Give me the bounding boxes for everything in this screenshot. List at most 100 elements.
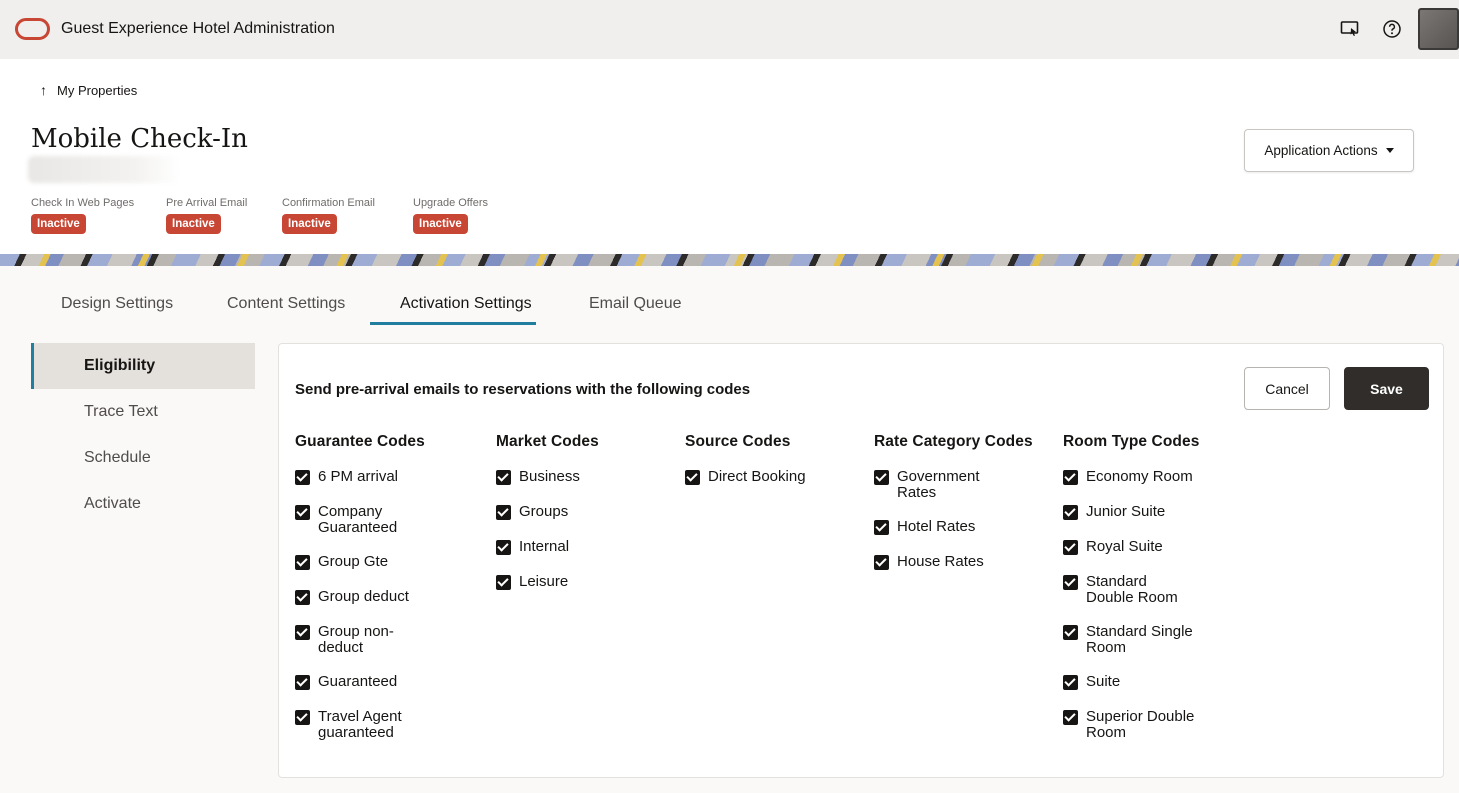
rate-category-codes-column: Rate Category Codes Government Rates Hot… xyxy=(874,433,1044,570)
card-title: Send pre-arrival emails to reservations … xyxy=(295,381,751,398)
column-heading: Market Codes xyxy=(496,433,599,450)
checkbox-label: Economy Room xyxy=(1086,468,1193,485)
checkbox-checked-icon[interactable] xyxy=(874,555,889,570)
application-actions-button[interactable]: Application Actions xyxy=(1244,129,1414,172)
checkbox-label: Group Gte xyxy=(318,553,389,570)
checkbox-government-rates[interactable]: Government Rates xyxy=(874,469,994,500)
back-link-label: My Properties xyxy=(57,82,138,98)
nav-item-activate[interactable]: Activate xyxy=(31,481,255,527)
checkbox-checked-icon[interactable] xyxy=(1063,625,1078,640)
user-avatar[interactable] xyxy=(1418,8,1459,50)
checkbox-group-non-deduct[interactable]: Group non-deduct xyxy=(295,624,410,655)
checkbox-label: Royal Suite xyxy=(1086,538,1163,555)
checkbox-leisure[interactable]: Leisure xyxy=(496,574,646,590)
status-badge: Inactive xyxy=(166,214,221,234)
tab-email-queue[interactable]: Email Queue xyxy=(589,295,682,313)
caret-down-icon xyxy=(1385,148,1394,153)
status-label: Upgrade Offers xyxy=(413,197,489,209)
checkbox-6pm-arrival[interactable]: 6 PM arrival xyxy=(295,469,445,485)
checkbox-checked-icon[interactable] xyxy=(295,555,310,570)
checkbox-label: Business xyxy=(519,468,580,485)
checkbox-label: Hotel Rates xyxy=(897,518,976,535)
checkbox-label: Direct Booking xyxy=(708,468,806,485)
status-check-in-web-pages: Check In Web Pages Inactive xyxy=(31,197,134,234)
status-confirmation-email: Confirmation Email Inactive xyxy=(282,197,375,234)
checkbox-group-deduct[interactable]: Group deduct xyxy=(295,589,445,605)
checkbox-label: Leisure xyxy=(519,573,569,590)
checkbox-checked-icon[interactable] xyxy=(874,520,889,535)
checkbox-company-guaranteed[interactable]: Company Guaranteed xyxy=(295,504,405,535)
checkbox-label: Travel Agent guaranteed xyxy=(318,708,402,741)
application-actions-label: Application Actions xyxy=(1264,143,1378,158)
checkbox-label: Company Guaranteed xyxy=(318,503,398,536)
checkbox-label: Junior Suite xyxy=(1086,503,1166,520)
checkbox-checked-icon[interactable] xyxy=(295,710,310,725)
status-upgrade-offers: Upgrade Offers Inactive xyxy=(413,197,488,234)
checkbox-checked-icon[interactable] xyxy=(1063,505,1078,520)
status-label: Check In Web Pages xyxy=(31,197,135,209)
checkbox-label: Groups xyxy=(519,503,569,520)
column-heading: Source Codes xyxy=(685,433,791,450)
checkbox-checked-icon[interactable] xyxy=(1063,470,1078,485)
nav-item-trace-text[interactable]: Trace Text xyxy=(31,389,255,435)
save-button[interactable]: Save xyxy=(1344,367,1429,410)
checkbox-label: House Rates xyxy=(897,553,984,570)
screen-share-icon[interactable] xyxy=(1339,18,1361,40)
settings-side-nav: Eligibility Trace Text Schedule Activate xyxy=(31,343,255,527)
checkbox-checked-icon[interactable] xyxy=(295,625,310,640)
checkbox-label: Suite xyxy=(1086,673,1121,690)
checkbox-junior-suite[interactable]: Junior Suite xyxy=(1063,504,1223,520)
nav-item-schedule[interactable]: Schedule xyxy=(31,435,255,481)
checkbox-checked-icon[interactable] xyxy=(1063,710,1078,725)
checkbox-checked-icon[interactable] xyxy=(295,505,310,520)
checkbox-checked-icon[interactable] xyxy=(295,675,310,690)
checkbox-suite[interactable]: Suite xyxy=(1063,674,1223,690)
checkbox-hotel-rates[interactable]: Hotel Rates xyxy=(874,519,1044,535)
checkbox-business[interactable]: Business xyxy=(496,469,646,485)
decorative-pattern-strip xyxy=(0,254,1459,266)
status-pre-arrival-email: Pre Arrival Email Inactive xyxy=(166,197,247,234)
tab-design-settings[interactable]: Design Settings xyxy=(61,295,173,313)
checkbox-standard-double-room[interactable]: Standard Double Room xyxy=(1063,574,1188,605)
checkbox-economy-room[interactable]: Economy Room xyxy=(1063,469,1223,485)
top-header-bar: Guest Experience Hotel Administration xyxy=(0,0,1459,59)
checkbox-checked-icon[interactable] xyxy=(295,470,310,485)
checkbox-label: Internal xyxy=(519,538,570,555)
tab-content-settings[interactable]: Content Settings xyxy=(227,295,345,313)
checkbox-travel-agent-guaranteed[interactable]: Travel Agent guaranteed xyxy=(295,709,415,740)
checkbox-direct-booking[interactable]: Direct Booking xyxy=(685,469,845,485)
checkbox-checked-icon[interactable] xyxy=(1063,540,1078,555)
app-title: Guest Experience Hotel Administration xyxy=(61,20,335,37)
checkbox-checked-icon[interactable] xyxy=(874,470,889,485)
checkbox-house-rates[interactable]: House Rates xyxy=(874,554,1044,570)
checkbox-checked-icon[interactable] xyxy=(1063,675,1078,690)
checkbox-label: Government Rates xyxy=(897,468,980,501)
checkbox-checked-icon[interactable] xyxy=(496,540,511,555)
tab-activation-settings[interactable]: Activation Settings xyxy=(400,295,532,313)
checkbox-checked-icon[interactable] xyxy=(295,590,310,605)
checkbox-checked-icon[interactable] xyxy=(1063,575,1078,590)
checkbox-checked-icon[interactable] xyxy=(496,575,511,590)
status-badge: Inactive xyxy=(282,214,337,234)
active-tab-indicator xyxy=(370,322,536,325)
checkbox-royal-suite[interactable]: Royal Suite xyxy=(1063,539,1223,555)
tab-bar: Design Settings Content Settings Activat… xyxy=(0,266,1459,326)
checkbox-guaranteed[interactable]: Guaranteed xyxy=(295,674,445,690)
column-heading: Rate Category Codes xyxy=(874,433,1033,450)
oracle-logo-icon[interactable] xyxy=(15,18,50,40)
back-to-properties-link[interactable]: ↑ My Properties xyxy=(40,82,137,98)
help-icon[interactable] xyxy=(1381,18,1403,40)
checkbox-superior-double-room[interactable]: Superior Double Room xyxy=(1063,709,1208,740)
checkbox-label: Group non-deduct xyxy=(318,623,394,656)
checkbox-internal[interactable]: Internal xyxy=(496,539,646,555)
checkbox-checked-icon[interactable] xyxy=(496,470,511,485)
checkbox-standard-single-room[interactable]: Standard Single Room xyxy=(1063,624,1203,655)
cancel-button[interactable]: Cancel xyxy=(1244,367,1330,410)
checkbox-checked-icon[interactable] xyxy=(496,505,511,520)
property-name-redacted xyxy=(28,156,180,183)
column-heading: Room Type Codes xyxy=(1063,433,1200,450)
checkbox-group-gte[interactable]: Group Gte xyxy=(295,554,445,570)
checkbox-checked-icon[interactable] xyxy=(685,470,700,485)
checkbox-groups[interactable]: Groups xyxy=(496,504,646,520)
nav-item-eligibility[interactable]: Eligibility xyxy=(31,343,255,389)
